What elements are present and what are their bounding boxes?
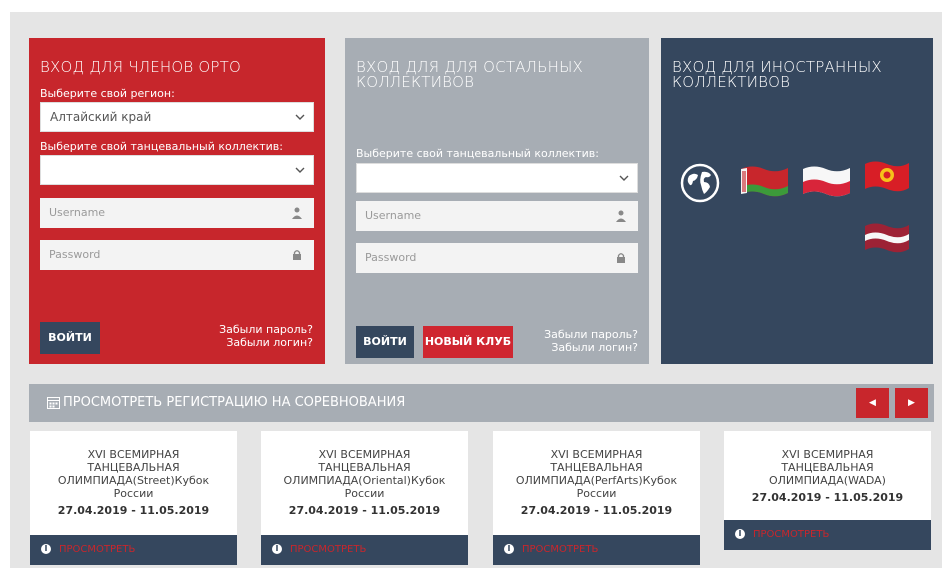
registration-bar-label: ПРОСМОТРЕТЬ РЕГИСТРАЦИЮ НА СОРЕВНОВАНИЯ <box>63 395 406 410</box>
orto-forgot-password-link[interactable]: Забыли пароль? <box>219 323 313 336</box>
card-title: XVI ВСЕМИРНАЯ ТАНЦЕВАЛЬНАЯ ОЛИМПИАДА(WAD… <box>769 448 886 487</box>
other-username-field[interactable]: Username <box>356 201 638 231</box>
other-collective-label: Выберите свой танцевальный коллектив: <box>356 147 599 160</box>
latvia-flag[interactable] <box>862 220 912 256</box>
chevron-down-icon <box>619 175 629 181</box>
other-username-placeholder: Username <box>365 209 422 222</box>
user-icon <box>616 210 626 222</box>
other-login-panel: ВХОД ДЛЯ ДЛЯ ОСТАЛЬНЫХ КОЛЛЕКТИВОВ Выбер… <box>345 38 649 364</box>
orto-forgot-login-link[interactable]: Забыли логин? <box>219 336 313 349</box>
new-club-button[interactable]: НОВЫЙ КЛУБ <box>423 326 513 358</box>
other-password-field[interactable]: Password <box>356 243 638 273</box>
card-view-button[interactable]: i ПРОСМОТРЕТЬ <box>30 535 237 565</box>
card-view-button[interactable]: i ПРОСМОТРЕТЬ <box>261 535 468 565</box>
registration-bar[interactable]: ПРОСМОТРЕТЬ РЕГИСТРАЦИЮ НА СОРЕВНОВАНИЯ … <box>29 384 934 422</box>
card-title: XVI ВСЕМИРНАЯ ТАНЦЕВАЛЬНАЯ ОЛИМПИАДА(Ori… <box>283 448 446 500</box>
globe-icon[interactable] <box>680 163 720 203</box>
competition-card: XVI ВСЕМИРНАЯ ТАНЦЕВАЛЬНАЯ ОЛИМПИАДА(Str… <box>30 431 237 565</box>
card-title: XVI ВСЕМИРНАЯ ТАНЦЕВАЛЬНАЯ ОЛИМПИАДА(Per… <box>515 448 678 500</box>
info-icon: i <box>272 544 282 554</box>
orto-username-field[interactable]: Username <box>40 198 314 228</box>
poland-flag[interactable] <box>800 163 852 201</box>
orto-collective-select[interactable] <box>40 155 314 185</box>
calendar-icon <box>47 397 60 409</box>
card-view-label: ПРОСМОТРЕТЬ <box>59 544 136 555</box>
lock-icon <box>293 250 301 260</box>
user-icon <box>292 207 302 219</box>
chevron-down-icon <box>295 114 305 120</box>
other-panel-title: ВХОД ДЛЯ ДЛЯ ОСТАЛЬНЫХ КОЛЛЕКТИВОВ <box>356 58 584 91</box>
orto-panel-title: ВХОД ДЛЯ ЧЛЕНОВ ОРТО <box>40 58 241 76</box>
card-dates: 27.04.2019 - 11.05.2019 <box>751 491 904 504</box>
info-icon: i <box>504 544 514 554</box>
other-login-button[interactable]: ВОЙТИ <box>356 326 414 358</box>
info-icon: i <box>735 529 745 539</box>
carousel-next-button[interactable]: ▶ <box>895 388 928 418</box>
region-label: Выберите свой регион: <box>40 87 175 100</box>
orto-username-placeholder: Username <box>49 206 106 219</box>
other-forgot-login-link[interactable]: Забыли логин? <box>535 341 638 354</box>
card-dates: 27.04.2019 - 11.05.2019 <box>57 504 210 517</box>
card-view-label: ПРОСМОТРЕТЬ <box>290 544 367 555</box>
orto-forgot-links: Забыли пароль? Забыли логин? <box>219 323 313 349</box>
other-collective-select[interactable] <box>356 163 638 193</box>
competition-card: XVI ВСЕМИРНАЯ ТАНЦЕВАЛЬНАЯ ОЛИМПИАДА(WAD… <box>724 431 931 550</box>
card-title: XVI ВСЕМИРНАЯ ТАНЦЕВАЛЬНАЯ ОЛИМПИАДА(Str… <box>57 448 210 500</box>
kyrgyzstan-flag[interactable] <box>862 158 912 196</box>
other-forgot-password-link[interactable]: Забыли пароль? <box>535 328 638 341</box>
card-dates: 27.04.2019 - 11.05.2019 <box>288 504 441 517</box>
card-view-label: ПРОСМОТРЕТЬ <box>753 529 830 540</box>
region-select-value: Алтайский край <box>50 110 152 124</box>
orto-password-field[interactable]: Password <box>40 240 314 270</box>
lock-icon <box>617 253 625 263</box>
other-password-placeholder: Password <box>365 251 417 264</box>
card-view-button[interactable]: i ПРОСМОТРЕТЬ <box>493 535 700 565</box>
orto-collective-label: Выберите свой танцевальный коллектив: <box>40 140 283 153</box>
info-icon: i <box>41 544 51 554</box>
competition-card: XVI ВСЕМИРНАЯ ТАНЦЕВАЛЬНАЯ ОЛИМПИАДА(Ori… <box>261 431 468 565</box>
region-select[interactable]: Алтайский край <box>40 102 314 132</box>
chevron-down-icon <box>295 167 305 173</box>
competition-card: XVI ВСЕМИРНАЯ ТАНЦЕВАЛЬНАЯ ОЛИМПИАДА(Per… <box>493 431 700 565</box>
card-view-button[interactable]: i ПРОСМОТРЕТЬ <box>724 520 931 550</box>
orto-login-button[interactable]: ВОЙТИ <box>40 322 100 354</box>
other-forgot-links: Забыли пароль? Забыли логин? <box>535 328 638 354</box>
belarus-flag[interactable] <box>738 163 790 201</box>
orto-password-placeholder: Password <box>49 248 101 261</box>
card-view-label: ПРОСМОТРЕТЬ <box>522 544 599 555</box>
foreign-panel-title: ВХОД ДЛЯ ИНОСТРАННЫХ КОЛЛЕКТИВОВ <box>672 58 882 91</box>
card-dates: 27.04.2019 - 11.05.2019 <box>520 504 673 517</box>
orto-login-panel: ВХОД ДЛЯ ЧЛЕНОВ ОРТО Выберите свой регио… <box>29 38 325 364</box>
carousel-prev-button[interactable]: ◀ <box>856 388 889 418</box>
